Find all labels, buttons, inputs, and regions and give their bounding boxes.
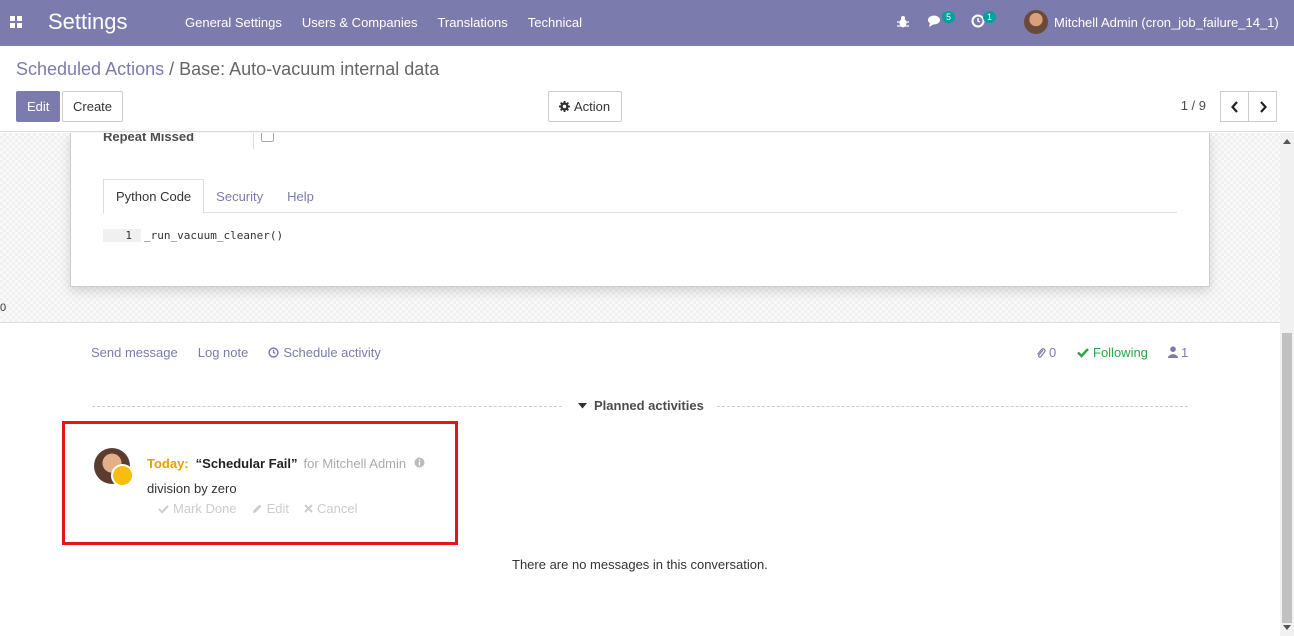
paperclip-icon [1037,348,1046,358]
pencil-icon [252,504,262,513]
info-icon[interactable] [414,457,425,468]
stray-value: 0 [0,302,7,314]
tab-security[interactable]: Security [204,179,275,213]
no-messages-text: There are no messages in this conversati… [512,557,768,572]
breadcrumb: Scheduled Actions / Base: Auto-vacuum inte… [16,59,439,80]
followers-button[interactable]: 1 [1168,345,1188,360]
activities-badge: 1 [983,11,997,23]
user-icon [1168,346,1178,358]
activity-menu[interactable]: 1 [971,11,997,31]
schedule-activity-label: Schedule activity [283,345,381,360]
planned-divider-right [717,406,1188,407]
menu-general-settings[interactable]: General Settings [185,15,282,30]
scroll-up-arrow-icon[interactable] [1283,139,1291,144]
clock-icon [268,347,279,358]
send-message-button[interactable]: Send message [91,345,178,360]
following-label: Following [1093,345,1148,360]
user-menu[interactable]: Mitchell Admin (cron_job_failure_14_1) [1024,10,1279,34]
activity-header: Today: “Schedular Fail” for Mitchell Adm… [147,456,425,471]
check-icon [1077,348,1089,358]
main-menu: General Settings Users & Companies Trans… [185,15,602,30]
messaging-menu[interactable]: 5 [928,11,956,31]
activity-status-dot [111,464,134,487]
activity-tools: Mark Done Edit Cancel [158,501,372,516]
control-panel: Scheduled Actions / Base: Auto-vacuum inte… [0,46,1294,132]
attachments-button[interactable]: 0 [1036,345,1056,360]
caret-down-icon [578,402,587,408]
menu-translations[interactable]: Translations [437,15,507,30]
top-navbar: Settings General Settings Users & Compan… [0,0,1294,46]
user-avatar [1024,10,1048,34]
mark-done-label: Mark Done [173,501,237,516]
breadcrumb-current: Base: Auto-vacuum internal data [179,59,440,79]
code-text: _run_vacuum_cleaner() [144,229,284,242]
form-sheet: Repeat Missed Python Code Security Help … [70,133,1210,287]
chatter-topbar: Send message Log note Schedule activity [91,345,401,360]
messages-badge: 5 [942,11,956,23]
check-icon [158,504,169,514]
apps-menu-icon[interactable] [10,16,22,28]
menu-users-companies[interactable]: Users & Companies [302,15,418,30]
repeat-missed-checkbox[interactable] [261,133,274,142]
breadcrumb-separator: / [169,59,175,79]
planned-activities-title: Planned activities [594,398,704,413]
chevron-left-icon [1230,100,1238,113]
code-line-number: 1 [103,229,141,242]
repeat-missed-label: Repeat Missed [103,133,195,144]
cancel-activity-label: Cancel [316,501,358,516]
breadcrumb-scheduled-actions[interactable]: Scheduled Actions [16,59,164,79]
create-button[interactable]: Create [62,91,124,122]
mark-done-button[interactable]: Mark Done [158,501,237,516]
planned-activities-toggle[interactable]: Planned activities [578,398,704,413]
menu-technical[interactable]: Technical [528,15,582,30]
app-brand[interactable]: Settings [48,9,128,35]
scroll-down-arrow-icon[interactable] [1283,625,1291,630]
close-icon [304,504,313,513]
pager-value[interactable]: 1 / 9 [1181,98,1206,113]
pager-previous-button[interactable] [1220,91,1249,122]
gear-icon [559,101,570,112]
tab-python-code[interactable]: Python Code [103,179,205,214]
field-divider [253,133,254,149]
activity-date-label: Today: [147,456,189,471]
attachments-count: 0 [1049,345,1057,360]
action-label: Action [574,99,611,114]
edit-button[interactable]: Edit [16,91,61,122]
notebook-tabs: Python Code Security Help [103,179,1177,214]
scroll-thumb[interactable] [1282,333,1292,623]
page-scrollbar[interactable] [1280,133,1294,636]
user-name: Mitchell Admin (cron_job_failure_14_1) [1054,14,1279,30]
cancel-activity-button[interactable]: Cancel [304,501,357,516]
edit-activity-label: Edit [266,501,289,516]
debug-bug-icon[interactable] [897,15,909,28]
following-button[interactable]: Following [1077,345,1148,360]
edit-activity-button[interactable]: Edit [252,501,289,516]
chevron-right-icon [1259,100,1267,113]
planned-divider-left [92,406,562,407]
code-editor[interactable]: 1 _run_vacuum_cleaner() [103,229,283,242]
activity-summary: “Schedular Fail” [195,456,298,471]
log-note-button[interactable]: Log note [198,345,249,360]
tab-help[interactable]: Help [275,179,326,213]
followers-count: 1 [1181,345,1189,360]
activity-assigned: for Mitchell Admin [303,456,407,471]
action-dropdown-button[interactable]: Action [548,91,622,122]
repeat-missed-row: Repeat Missed [71,133,1211,153]
schedule-activity-button[interactable]: Schedule activity [268,345,381,360]
pager-next-button[interactable] [1248,91,1277,122]
activity-note: division by zero [147,481,237,496]
